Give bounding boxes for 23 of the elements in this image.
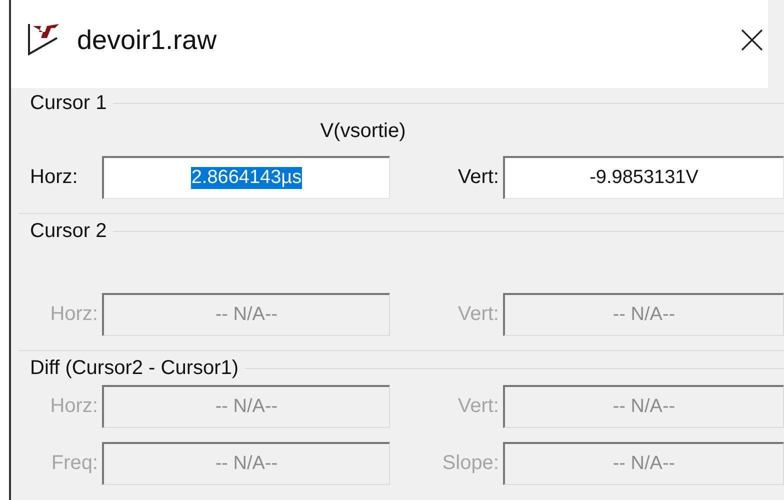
window-title: devoir1.raw	[77, 24, 217, 56]
value-field: -- N/A--	[503, 385, 784, 428]
signal-name: V(vsortie)	[320, 120, 406, 142]
close-icon	[740, 28, 764, 52]
field-label: Horz:	[49, 303, 99, 326]
value-field: -- N/A--	[503, 442, 784, 485]
group-label: Cursor 2	[29, 220, 108, 242]
field-label: Slope:	[441, 452, 500, 475]
field-label: Horz:	[49, 395, 99, 418]
value-field: -- N/A--	[102, 293, 390, 336]
value-field[interactable]: 2.8664143µs	[102, 156, 390, 199]
field-label: Vert:	[456, 395, 500, 418]
value-field[interactable]: -9.9853131V	[503, 156, 784, 199]
value-field: -- N/A--	[102, 442, 390, 485]
value-field: -- N/A--	[503, 293, 784, 336]
field-label: Vert:	[456, 166, 500, 189]
app-logo-icon	[27, 22, 61, 56]
field-label: Freq:	[50, 452, 99, 475]
field-label: Vert:	[456, 303, 500, 326]
field-label: Horz:	[30, 166, 79, 189]
value-field: -- N/A--	[102, 385, 390, 428]
group-label: Diff (Cursor2 - Cursor1)	[29, 356, 240, 380]
group-label: Cursor 1	[29, 92, 108, 114]
